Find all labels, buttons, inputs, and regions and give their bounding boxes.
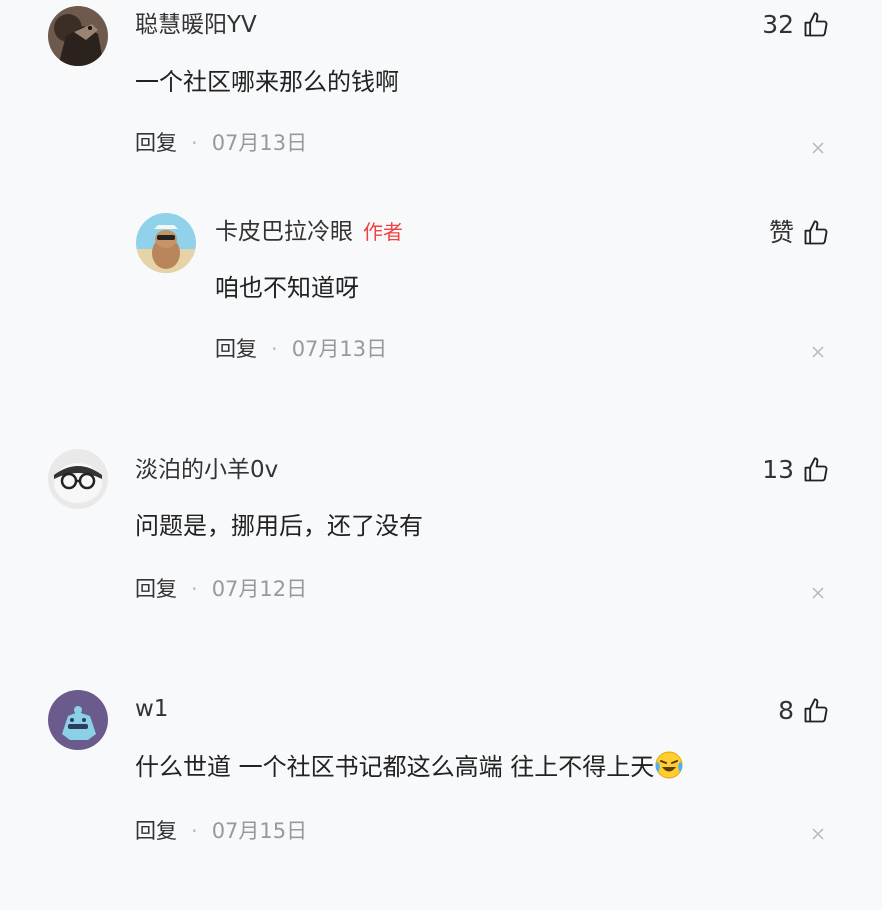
- like-count: 8: [778, 696, 794, 725]
- comment-date: 07月15日: [211, 819, 308, 843]
- comment-text-body: 什么世道 一个社区书记都这么高端 往上不得上天: [135, 753, 655, 781]
- close-icon[interactable]: [810, 826, 826, 842]
- like-button[interactable]: 8: [778, 696, 830, 726]
- thumbs-up-icon: [804, 698, 828, 723]
- comment-item: w1 8 什么世道 一个社区书记都这么高端 往上不得上天 回复 · 07月15日: [0, 0, 882, 900]
- comment-username[interactable]: w1: [135, 694, 168, 724]
- reply-button[interactable]: 回复: [135, 819, 177, 843]
- comment-text: 什么世道 一个社区书记都这么高端 往上不得上天: [135, 750, 684, 783]
- laughing-crying-emoji-icon: [655, 751, 683, 779]
- user-avatar[interactable]: [48, 690, 108, 750]
- separator-dot: ·: [191, 819, 198, 843]
- comment-meta: 回复 · 07月15日: [135, 816, 307, 846]
